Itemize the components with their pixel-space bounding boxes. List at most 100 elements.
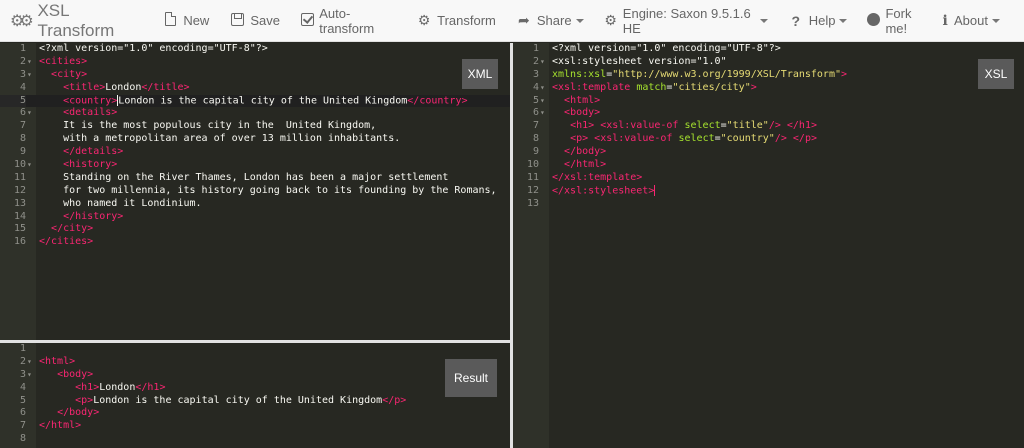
code-text: </cities>	[39, 236, 94, 248]
line-number: 4	[19, 381, 26, 393]
code-text: with a metropolitan area of over 13 mill…	[39, 133, 401, 145]
code-line[interactable]: 1 <?xml version="1.0" encoding="UTF-8"?>	[513, 43, 1024, 56]
code-line[interactable]: 9 </body>	[513, 146, 1024, 159]
fold-toggle-icon[interactable]: ▾	[540, 82, 548, 95]
about-dropdown[interactable]: i About	[931, 0, 1024, 42]
code-line[interactable]: 6 ▾ <details>	[0, 107, 510, 120]
engine-dropdown[interactable]: ⚙ Engine: Saxon 9.5.1.6 HE	[594, 0, 778, 42]
code-line[interactable]: 12 for two millennia, its history going …	[0, 185, 510, 198]
code-line[interactable]: 10 ▾ <history>	[0, 159, 510, 172]
xml-code-lines[interactable]: 1 <?xml version="1.0" encoding="UTF-8"?> 2…	[0, 43, 510, 249]
code-text: </xsl:template>	[552, 171, 643, 183]
gears-icon: ⚙	[604, 12, 617, 28]
line-number: 6	[19, 407, 26, 419]
navbar: ⚙⚙ XSL Transform New Save Auto-transform…	[0, 0, 1024, 42]
line-number: 9	[532, 146, 539, 158]
help-dropdown[interactable]: ? Help	[778, 0, 858, 42]
code-line[interactable]: 7 </html>	[0, 420, 510, 433]
code-line[interactable]: 4 ▾ <xsl:template match="cities/city">	[513, 82, 1024, 95]
gear-icon: ⚙	[417, 12, 431, 28]
xsl-code-lines[interactable]: 1 <?xml version="1.0" encoding="UTF-8"?> 2…	[513, 43, 1024, 211]
save-button[interactable]: Save	[219, 0, 290, 42]
code-line[interactable]: 8 <p> <xsl:value-of select="country"/> <…	[513, 133, 1024, 146]
xsl-editor[interactable]: 1 <?xml version="1.0" encoding="UTF-8"?> 2…	[513, 43, 1024, 448]
code-line[interactable]: 1	[0, 343, 510, 356]
share-dropdown[interactable]: ➦ Share	[506, 0, 594, 42]
line-number: 13	[13, 197, 26, 209]
code-line[interactable]: 12 </xsl:stylesheet>	[513, 184, 1024, 198]
code-line[interactable]: 8	[0, 433, 510, 446]
fold-toggle-icon[interactable]: ▾	[540, 95, 548, 108]
code-line[interactable]: 7 <h1> <xsl:value-of select="title"/> </…	[513, 120, 1024, 133]
save-icon	[229, 12, 245, 29]
xsl-button[interactable]: XSL	[978, 59, 1014, 89]
code-line[interactable]: 13	[513, 198, 1024, 211]
code-text: </body>	[564, 146, 607, 158]
result-button[interactable]: Result	[445, 359, 497, 397]
new-label: New	[183, 13, 210, 28]
code-line[interactable]: 4 <h1>London</h1>	[0, 382, 510, 395]
fold-toggle-icon[interactable]: ▾	[27, 159, 35, 172]
code-line[interactable]: 3 ▾ <body>	[0, 369, 510, 382]
code-text: <details>	[63, 107, 118, 119]
code-line[interactable]: 2 ▾ <html>	[0, 356, 510, 369]
xml-button[interactable]: XML	[462, 59, 498, 89]
code-line[interactable]: 8 with a metropolitan area of over 13 mi…	[0, 133, 510, 146]
code-line[interactable]: 3 ▾ <city>	[0, 69, 510, 82]
line-number: 6	[19, 107, 26, 119]
chevron-down-icon	[575, 18, 584, 23]
fold-toggle-icon[interactable]: ▾	[27, 369, 35, 382]
line-number: 10	[13, 159, 26, 171]
help-label: Help	[808, 13, 836, 28]
auto-transform-toggle[interactable]: Auto-transform	[290, 0, 406, 42]
code-line[interactable]: 6 ▾ <body>	[513, 107, 1024, 120]
code-line[interactable]: 5 <p>London is the capital city of the U…	[0, 395, 510, 408]
code-line[interactable]: 4 <title>London</title>	[0, 82, 510, 95]
code-line[interactable]: 2 ▾ <xsl:stylesheet version="1.0"	[513, 56, 1024, 69]
code-line[interactable]: 11 </xsl:template>	[513, 172, 1024, 185]
code-text: <p>London is the capital city of the Uni…	[75, 394, 407, 406]
code-line[interactable]: 3 xmlns:xsl="http://www.w3.org/1999/XSL/T…	[513, 69, 1024, 82]
code-line[interactable]: 1 <?xml version="1.0" encoding="UTF-8"?>	[0, 43, 510, 56]
line-number: 2	[532, 55, 539, 67]
code-line[interactable]: 5 ▾ <html>	[513, 95, 1024, 108]
xml-editor[interactable]: 1 <?xml version="1.0" encoding="UTF-8"?> 2…	[0, 43, 510, 340]
code-text: <h1> <xsl:value-of select="title"/> </h1…	[570, 120, 818, 132]
auto-transform-label: Auto-transform	[319, 5, 375, 36]
code-text: </history>	[63, 210, 124, 222]
code-line[interactable]: 14 </history>	[0, 211, 510, 224]
result-editor[interactable]: 1 2 ▾ <html> 3 ▾ <body> 4 <h1>London</h1> 5 <p>…	[0, 343, 510, 448]
result-code-lines[interactable]: 1 2 ▾ <html> 3 ▾ <body> 4 <h1>London</h1> 5 <p>…	[0, 343, 510, 446]
code-line[interactable]: 6 </body>	[0, 407, 510, 420]
code-line[interactable]: 16 </cities>	[0, 236, 510, 249]
transform-button[interactable]: ⚙ Transform	[406, 0, 506, 42]
code-line[interactable]: 15 </city>	[0, 223, 510, 236]
code-line[interactable]: 13 who named it Londinium.	[0, 198, 510, 211]
code-line[interactable]: 7 It is the most populous city in the Un…	[0, 120, 510, 133]
code-text: <html>	[564, 94, 601, 106]
transform-label: Transform	[437, 13, 496, 28]
brand[interactable]: ⚙⚙ XSL Transform	[0, 1, 138, 41]
code-line[interactable]: 9 </details>	[0, 146, 510, 159]
new-button[interactable]: New	[152, 0, 219, 42]
line-number: 5	[532, 94, 539, 106]
fold-toggle-icon[interactable]: ▾	[27, 69, 35, 82]
code-line[interactable]: 5 <country>London is the capital city of…	[0, 94, 510, 108]
code-text: </details>	[63, 146, 124, 158]
code-line[interactable]: 11 Standing on the River Thames, London …	[0, 172, 510, 185]
code-text: <?xml version="1.0" encoding="UTF-8"?>	[39, 43, 268, 54]
line-number: 12	[526, 184, 539, 196]
code-text: <xsl:stylesheet version="1.0"	[552, 55, 727, 67]
line-number: 8	[19, 433, 26, 445]
code-text: <html>	[39, 355, 76, 367]
fold-toggle-icon[interactable]: ▾	[27, 107, 35, 120]
fold-toggle-icon[interactable]: ▾	[540, 107, 548, 120]
code-text: <title>London</title>	[63, 81, 190, 93]
fold-toggle-icon[interactable]: ▾	[540, 56, 548, 69]
fold-toggle-icon[interactable]: ▾	[27, 356, 35, 369]
fork-me-link[interactable]: Fork me!	[857, 0, 931, 42]
fold-toggle-icon[interactable]: ▾	[27, 56, 35, 69]
navbar-right: Fork me! i About	[857, 0, 1024, 42]
code-line[interactable]: 10 </html>	[513, 159, 1024, 172]
code-line[interactable]: 2 ▾ <cities>	[0, 56, 510, 69]
